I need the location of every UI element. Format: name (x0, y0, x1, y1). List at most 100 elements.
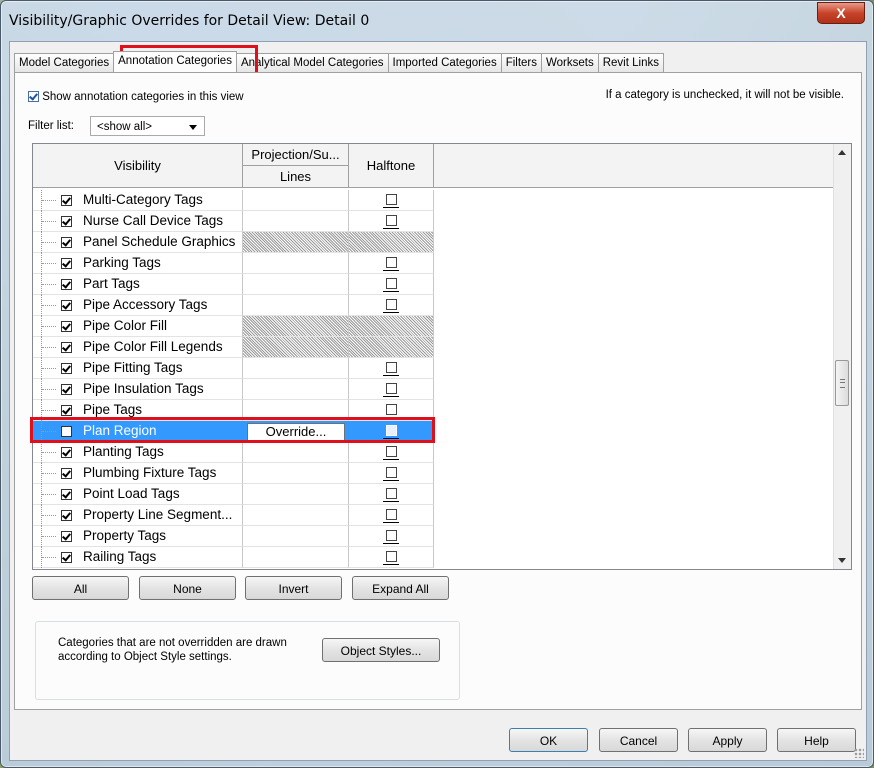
projection-lines-cell[interactable] (243, 190, 349, 211)
projection-lines-cell[interactable] (243, 295, 349, 316)
halftone-checkbox[interactable] (385, 278, 397, 290)
visibility-cell[interactable]: Pipe Insulation Tags (33, 379, 243, 400)
projection-lines-cell[interactable] (243, 274, 349, 295)
halftone-cell[interactable] (349, 358, 434, 379)
tab-analytical-model-categories[interactable]: Analytical Model Categories (235, 53, 389, 72)
halftone-cell[interactable] (349, 211, 434, 232)
title-bar[interactable]: Visibility/Graphic Overrides for Detail … (1, 1, 873, 41)
visibility-checkbox[interactable] (61, 195, 72, 206)
table-row[interactable]: Panel Schedule Graphics (33, 232, 833, 253)
grid-vertical-scrollbar[interactable] (833, 144, 851, 569)
help-button[interactable]: Help (777, 728, 856, 752)
table-row[interactable]: Railing Tags (33, 547, 833, 568)
visibility-checkbox[interactable] (61, 405, 72, 416)
halftone-checkbox[interactable] (385, 362, 397, 374)
table-row[interactable]: Plumbing Fixture Tags (33, 463, 833, 484)
table-row[interactable]: Parking Tags (33, 253, 833, 274)
expand-all-button[interactable]: Expand All (352, 576, 449, 600)
visibility-checkbox[interactable] (61, 552, 72, 563)
filter-list-dropdown[interactable]: <show all> (90, 116, 205, 136)
projection-lines-cell[interactable] (243, 211, 349, 232)
halftone-checkbox[interactable] (385, 194, 397, 206)
resize-grip-icon[interactable] (854, 748, 864, 758)
table-row[interactable]: Property Tags (33, 526, 833, 547)
header-visibility[interactable]: Visibility (33, 144, 243, 188)
table-row[interactable]: Pipe Fitting Tags (33, 358, 833, 379)
visibility-checkbox[interactable] (61, 237, 72, 248)
visibility-checkbox[interactable] (61, 363, 72, 374)
show-annotation-checkbox-row[interactable]: Show annotation categories in this view (28, 91, 244, 103)
projection-lines-cell[interactable] (243, 463, 349, 484)
table-row[interactable]: Pipe Color Fill Legends (33, 337, 833, 358)
table-row[interactable]: Point Load Tags (33, 484, 833, 505)
show-annotation-checkbox[interactable] (28, 91, 39, 103)
tab-annotation-categories[interactable]: Annotation Categories (113, 51, 237, 72)
halftone-checkbox[interactable] (385, 404, 397, 416)
halftone-cell[interactable] (349, 190, 434, 211)
table-row[interactable]: Planting Tags (33, 442, 833, 463)
visibility-cell[interactable]: Pipe Accessory Tags (33, 295, 243, 316)
table-row[interactable]: Pipe Accessory Tags (33, 295, 833, 316)
halftone-cell[interactable] (349, 484, 434, 505)
halftone-checkbox[interactable] (385, 446, 397, 458)
projection-lines-cell[interactable] (243, 358, 349, 379)
projection-lines-cell[interactable] (243, 505, 349, 526)
halftone-checkbox[interactable] (385, 509, 397, 521)
visibility-checkbox[interactable] (61, 384, 72, 395)
invert-button[interactable]: Invert (245, 576, 342, 600)
visibility-cell[interactable]: Property Line Segment... (33, 505, 243, 526)
ok-button[interactable]: OK (509, 728, 588, 752)
table-row[interactable]: Part Tags (33, 274, 833, 295)
visibility-checkbox[interactable] (61, 300, 72, 311)
halftone-checkbox[interactable] (385, 257, 397, 269)
projection-lines-cell[interactable] (243, 484, 349, 505)
close-button[interactable]: X (817, 2, 865, 24)
visibility-checkbox[interactable] (61, 489, 72, 500)
visibility-checkbox[interactable] (61, 468, 72, 479)
tab-revit-links[interactable]: Revit Links (597, 53, 664, 72)
none-button[interactable]: None (139, 576, 236, 600)
visibility-checkbox[interactable] (61, 342, 72, 353)
table-row[interactable]: Nurse Call Device Tags (33, 211, 833, 232)
visibility-cell[interactable]: Part Tags (33, 274, 243, 295)
table-row[interactable]: Pipe Insulation Tags (33, 379, 833, 400)
tab-worksets[interactable]: Worksets (541, 53, 599, 72)
visibility-checkbox[interactable] (61, 258, 72, 269)
halftone-cell[interactable] (349, 442, 434, 463)
visibility-cell[interactable]: Point Load Tags (33, 484, 243, 505)
all-button[interactable]: All (32, 576, 129, 600)
halftone-cell[interactable] (349, 463, 434, 484)
scroll-up-icon[interactable] (838, 150, 846, 155)
visibility-cell[interactable]: Panel Schedule Graphics (33, 232, 243, 253)
visibility-cell[interactable]: Plumbing Fixture Tags (33, 463, 243, 484)
visibility-checkbox[interactable] (61, 216, 72, 227)
projection-lines-cell[interactable] (243, 442, 349, 463)
header-projection[interactable]: Projection/Su... (243, 144, 349, 166)
tab-model-categories[interactable]: Model Categories (14, 53, 115, 72)
tab-filters[interactable]: Filters (500, 53, 543, 72)
visibility-cell[interactable]: Pipe Color Fill Legends (33, 337, 243, 358)
halftone-cell[interactable] (349, 274, 434, 295)
visibility-checkbox[interactable] (61, 531, 72, 542)
header-halftone[interactable]: Halftone (349, 144, 434, 188)
projection-lines-cell[interactable] (243, 379, 349, 400)
table-row[interactable]: Multi-Category Tags (33, 190, 833, 211)
halftone-cell[interactable] (349, 547, 434, 568)
visibility-cell[interactable]: Pipe Fitting Tags (33, 358, 243, 379)
visibility-cell[interactable]: Pipe Color Fill (33, 316, 243, 337)
visibility-checkbox[interactable] (61, 321, 72, 332)
visibility-checkbox[interactable] (61, 510, 72, 521)
halftone-checkbox[interactable] (385, 530, 397, 542)
visibility-checkbox[interactable] (61, 279, 72, 290)
projection-lines-cell[interactable] (243, 253, 349, 274)
halftone-checkbox[interactable] (385, 215, 397, 227)
visibility-cell[interactable]: Parking Tags (33, 253, 243, 274)
table-row[interactable]: Property Line Segment... (33, 505, 833, 526)
visibility-checkbox[interactable] (61, 447, 72, 458)
visibility-cell[interactable]: Nurse Call Device Tags (33, 211, 243, 232)
visibility-cell[interactable]: Railing Tags (33, 547, 243, 568)
halftone-cell[interactable] (349, 295, 434, 316)
visibility-cell[interactable]: Property Tags (33, 526, 243, 547)
halftone-cell[interactable] (349, 253, 434, 274)
scroll-thumb[interactable] (835, 360, 849, 406)
